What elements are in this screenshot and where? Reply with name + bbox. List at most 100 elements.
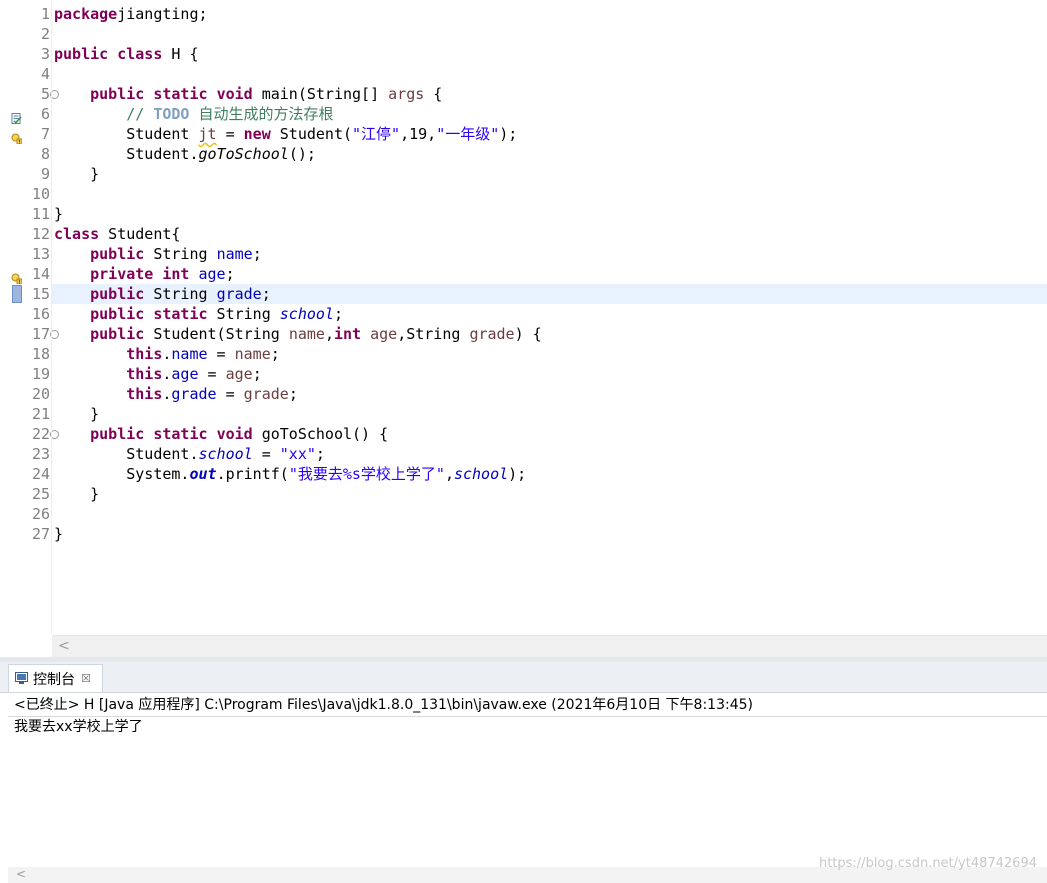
console-output-text[interactable]: 我要去xx学校上学了: [14, 717, 143, 737]
cursor-marker-icon[interactable]: [11, 285, 22, 303]
code-token: name: [171, 345, 208, 363]
line-number: 15: [31, 285, 50, 303]
code-token: ,19,: [400, 125, 437, 143]
annotation-gutter[interactable]: [8, 0, 23, 634]
code-line[interactable]: }: [54, 484, 1047, 504]
code-token: ,String: [397, 325, 470, 343]
warning-icon[interactable]: [11, 129, 23, 144]
line-number: 10: [31, 185, 50, 203]
code-token: jiangting;: [117, 5, 208, 23]
code-token: String: [144, 285, 217, 303]
code-token: ;: [288, 385, 298, 403]
code-line[interactable]: public String name;: [54, 244, 1047, 264]
tab-console[interactable]: 控制台 ☒: [8, 664, 103, 692]
code-token: String: [207, 305, 280, 323]
line-number: 8: [40, 145, 50, 163]
code-token: static: [153, 425, 208, 443]
code-token: int: [162, 265, 190, 283]
code-token: ;: [225, 265, 235, 283]
line-number: 1: [40, 5, 50, 23]
line-number: 22: [22, 424, 59, 444]
code-token: H {: [162, 45, 199, 63]
code-token: }: [54, 165, 100, 183]
code-line[interactable]: public Student(String name,int age,Strin…: [54, 324, 1047, 344]
task-icon[interactable]: [11, 109, 22, 124]
code-token: out: [189, 465, 217, 483]
code-line[interactable]: Student.goToSchool();: [54, 144, 1047, 164]
code-line[interactable]: public class H {: [54, 44, 1047, 64]
code-token: Student.: [54, 145, 199, 163]
code-line[interactable]: }: [54, 164, 1047, 184]
code-token: ;: [270, 345, 280, 363]
code-line[interactable]: Student jt = new Student("江停",19,"一年级");: [54, 124, 1047, 144]
line-number: 11: [31, 205, 50, 223]
code-line[interactable]: this.name = name;: [54, 344, 1047, 364]
gutter-separator: [51, 0, 52, 634]
code-token: public: [90, 285, 145, 303]
line-number: 3: [40, 45, 50, 63]
code-token: int: [333, 325, 362, 343]
scroll-left-arrow-icon[interactable]: <: [58, 638, 70, 654]
code-line[interactable]: System.out.printf("我要去%s学校上学了",school);: [54, 464, 1047, 484]
code-line[interactable]: }: [54, 204, 1047, 224]
code-token: grade: [171, 385, 217, 403]
line-number: 5: [22, 84, 59, 104]
code-line[interactable]: class Student{: [54, 224, 1047, 244]
code-line[interactable]: [54, 64, 1047, 84]
line-number: 26: [31, 505, 50, 523]
code-token: school: [279, 305, 334, 323]
line-number: 13: [31, 245, 50, 263]
code-token: Student: [54, 125, 199, 143]
code-token: "我要去%s学校上学了": [288, 465, 445, 483]
code-token: ();: [288, 145, 316, 163]
code-editor[interactable]: 1 2 3 4 5 6 7 8 9 10 11 12 13 14 15 16 17 18 19 20 21 22 23 24 2…: [0, 0, 1047, 657]
code-token: class: [117, 45, 163, 63]
code-line[interactable]: public static void main(String[] args {: [54, 84, 1047, 104]
line-number: 4: [40, 65, 50, 83]
code-token: new: [243, 125, 271, 143]
code-line[interactable]: [54, 184, 1047, 204]
code-line[interactable]: public static void goToSchool() {: [54, 424, 1047, 444]
code-line[interactable]: [54, 504, 1047, 524]
code-token: TODO: [153, 105, 190, 123]
warning-icon[interactable]: [11, 269, 23, 284]
code-line[interactable]: public static String school;: [54, 304, 1047, 324]
code-token: goToSchool() {: [252, 425, 389, 443]
code-text-area[interactable]: packagejiangting; public class H { public…: [54, 4, 1047, 544]
code-line[interactable]: this.grade = grade;: [54, 384, 1047, 404]
editor-horizontal-scrollbar[interactable]: <: [52, 635, 1047, 657]
code-line[interactable]: public String grade;: [54, 284, 1047, 304]
console-tab-bar: 控制台 ☒: [0, 662, 1047, 693]
code-token: static: [153, 305, 208, 323]
code-token: .printf(: [216, 465, 289, 483]
code-line[interactable]: Student.school = "xx";: [54, 444, 1047, 464]
code-line[interactable]: [54, 24, 1047, 44]
code-line[interactable]: private int age;: [54, 264, 1047, 284]
code-line[interactable]: this.age = age;: [54, 364, 1047, 384]
close-icon[interactable]: ☒: [81, 672, 91, 685]
code-token: jt: [198, 125, 217, 143]
code-token: ;: [333, 305, 343, 323]
code-line[interactable]: }: [54, 404, 1047, 424]
code-line[interactable]: }: [54, 524, 1047, 544]
line-number: 6: [40, 105, 50, 123]
code-token: }: [54, 525, 64, 543]
code-token: public: [90, 245, 145, 263]
code-token: Student.: [54, 445, 199, 463]
code-line[interactable]: // TODO 自动生成的方法存根: [54, 104, 1047, 124]
line-number: 7: [40, 125, 50, 143]
line-number: 19: [31, 365, 50, 383]
code-token: goToSchool: [198, 145, 289, 163]
console-status-line: <已终止> H [Java 应用程序] C:\Program Files\Jav…: [14, 697, 753, 713]
code-token: =: [198, 365, 226, 383]
scroll-left-arrow-icon[interactable]: <: [16, 867, 26, 881]
code-line[interactable]: packagejiangting;: [54, 4, 1047, 24]
